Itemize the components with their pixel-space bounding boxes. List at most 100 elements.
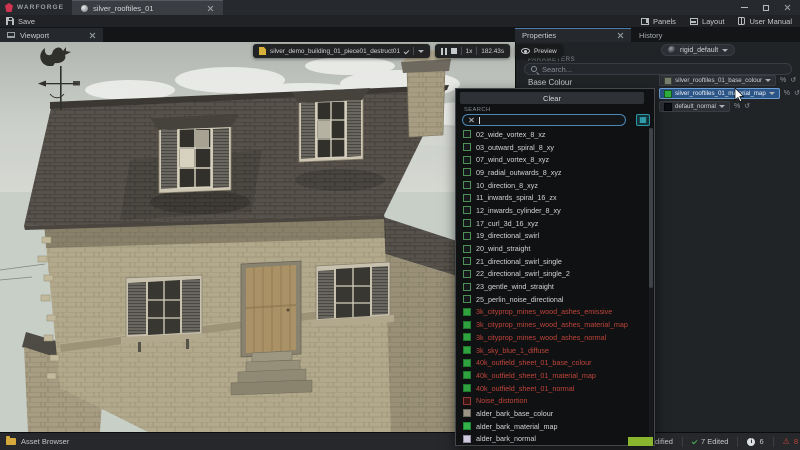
texture-name: Noise_distortion [476, 396, 528, 405]
shader-value: rigid_default [680, 47, 718, 54]
texture-thumbnail [463, 435, 471, 443]
maximize-icon[interactable] [763, 5, 769, 11]
close-icon[interactable] [617, 32, 624, 39]
close-icon[interactable] [207, 5, 214, 12]
asset-selector[interactable]: silver_demo_building_01_piece01_destruct… [253, 44, 430, 58]
texture-name: 20_wind_straight [476, 244, 530, 253]
texture-list-item[interactable]: 3k_sky_blue_1_diffuse [456, 344, 648, 357]
grid-view-button[interactable]: ▦ [636, 114, 650, 126]
texture-list-item[interactable]: 25_perlin_noise_directional [456, 293, 648, 306]
resize-grip[interactable] [628, 437, 653, 446]
close-icon[interactable] [89, 32, 96, 39]
texture-list-item[interactable]: 03_outward_spiral_8_xy [456, 141, 648, 154]
texture-list-item[interactable]: 09_radial_outwards_8_xyz [456, 166, 648, 179]
texture-thumbnail [463, 321, 471, 329]
check-icon [692, 439, 698, 445]
menu-bar: Save Panels Layout User Manual [0, 15, 800, 28]
texture-thumbnail [463, 232, 471, 240]
texture-name: alder_bark_base_colour [476, 409, 553, 418]
texture-list-item[interactable]: alder_bark_material_map [456, 420, 648, 433]
tab-properties[interactable]: Properties [515, 28, 631, 42]
tab-history[interactable]: History [632, 28, 702, 42]
relative-toggle-icon[interactable]: % [734, 103, 740, 110]
texture-thumbnail [664, 103, 672, 111]
viewport-3d-scene[interactable] [0, 42, 515, 432]
relative-toggle-icon[interactable]: % [780, 77, 786, 84]
save-button[interactable]: Save [6, 17, 35, 26]
texture-list-item[interactable]: 40k_outfield_sheet_01_normal [456, 382, 648, 395]
texture-list-item[interactable]: 19_directional_swirl [456, 230, 648, 243]
texture-thumbnail [463, 409, 471, 417]
texture-thumbnail [463, 194, 471, 202]
texture-name: 22_directional_swirl_single_2 [476, 269, 570, 278]
texture-thumbnail [463, 422, 471, 430]
texture-name: 3k_cityprop_mines_wood_ashes_emissive [476, 307, 612, 316]
texture-slot-dropdown[interactable]: silver_rooftiles_01_base_colour [659, 75, 776, 86]
reset-icon[interactable]: ↺ [744, 103, 750, 110]
texture-thumbnail [463, 397, 471, 405]
texture-slot-name: default_normal [675, 103, 716, 110]
parameters-search-input[interactable]: Search... [524, 63, 792, 75]
texture-list-item[interactable]: 40k_outfield_sheet_01_material_map [456, 369, 648, 382]
texture-list-item[interactable]: 17_curl_3d_16_xyz [456, 217, 648, 230]
shader-dropdown[interactable]: rigid_default [661, 44, 735, 56]
clear-button[interactable]: Clear [460, 92, 644, 104]
texture-list-item[interactable]: 12_inwards_cylinder_8_xy [456, 204, 648, 217]
texture-list-item[interactable]: 23_gentle_wind_straight [456, 280, 648, 293]
check-icon[interactable] [404, 48, 410, 54]
texture-list-item[interactable]: 22_directional_swirl_single_2 [456, 268, 648, 281]
layout-label: Layout [702, 17, 725, 26]
texture-slot-dropdown[interactable]: default_normal [659, 101, 730, 112]
clear-search-icon[interactable] [468, 117, 474, 123]
texture-list-item[interactable]: 3k_cityprop_mines_wood_ashes_material_ma… [456, 318, 648, 331]
texture-list-item[interactable]: alder_bark_base_colour [456, 407, 648, 420]
stop-button[interactable] [451, 48, 457, 54]
warning-count: 8 [794, 437, 798, 446]
window-close-icon[interactable] [784, 4, 791, 11]
texture-thumbnail [463, 181, 471, 189]
tab-viewport[interactable]: Viewport [0, 28, 103, 42]
relative-toggle-icon[interactable]: % [784, 90, 790, 97]
text-cursor [479, 117, 480, 124]
texture-slot-row: silver_rooftiles_01_material_map % ↺ [659, 88, 800, 99]
texture-list-item[interactable]: 40k_outfield_sheet_01_base_colour [456, 356, 648, 369]
warning-status[interactable]: ⚠ 8 [783, 437, 798, 446]
texture-list-item[interactable]: 3k_cityprop_mines_wood_ashes_emissive [456, 306, 648, 319]
texture-list-item[interactable]: 21_directional_swirl_single [456, 255, 648, 268]
panels-button[interactable]: Panels [641, 17, 676, 26]
status-bar: Asset Browser ✱ 9 Modified 7 Edited i 6 … [0, 432, 800, 450]
document-tab[interactable]: silver_rooftiles_01 [72, 0, 222, 15]
user-manual-button[interactable]: User Manual [738, 17, 792, 26]
pause-button[interactable] [441, 48, 447, 55]
chevron-down-icon[interactable] [418, 50, 424, 53]
info-status[interactable]: i 6 [747, 437, 763, 446]
asset-browser-button[interactable]: Asset Browser [0, 437, 69, 446]
playback-rate[interactable]: 1x [466, 48, 473, 55]
texture-list-item[interactable]: 02_wide_vortex_8_xz [456, 128, 648, 141]
texture-list-item[interactable]: alder_bark_normal [456, 433, 648, 444]
picker-search-input[interactable] [462, 114, 626, 126]
texture-list-item[interactable]: 3k_cityprop_mines_wood_ashes_normal [456, 331, 648, 344]
texture-list-item[interactable]: Noise_distortion [456, 394, 648, 407]
app-brand-name: WARFORGE [17, 4, 64, 11]
texture-name: 07_wind_vortex_8_xyz [476, 155, 549, 164]
layout-button[interactable]: Layout [690, 17, 725, 26]
minimize-icon[interactable] [741, 7, 748, 8]
texture-thumbnail [463, 130, 471, 138]
texture-list-item[interactable]: 11_inwards_spiral_16_zx [456, 191, 648, 204]
preview-button[interactable]: Preview [515, 44, 563, 58]
reset-icon[interactable]: ↺ [790, 77, 796, 84]
texture-list-item[interactable]: 10_direction_8_xyz [456, 179, 648, 192]
texture-list-item[interactable]: 20_wind_straight [456, 242, 648, 255]
chevron-down-icon [719, 105, 725, 108]
picker-scrollbar[interactable] [649, 128, 653, 442]
panels-icon [641, 18, 649, 25]
texture-name: 3k_sky_blue_1_diffuse [476, 346, 549, 355]
reset-icon[interactable]: ↺ [794, 90, 800, 97]
scrollbar-thumb[interactable] [649, 128, 653, 288]
texture-picker-dropdown: Clear SEARCH ▦ 02_wide_vortex_8_xz 03_ou… [455, 88, 655, 446]
texture-slot-dropdown[interactable]: silver_rooftiles_01_material_map [659, 88, 780, 99]
texture-list-item[interactable]: 07_wind_vortex_8_xyz [456, 153, 648, 166]
texture-name: 11_inwards_spiral_16_zx [476, 193, 557, 202]
edited-status[interactable]: 7 Edited [692, 437, 729, 446]
